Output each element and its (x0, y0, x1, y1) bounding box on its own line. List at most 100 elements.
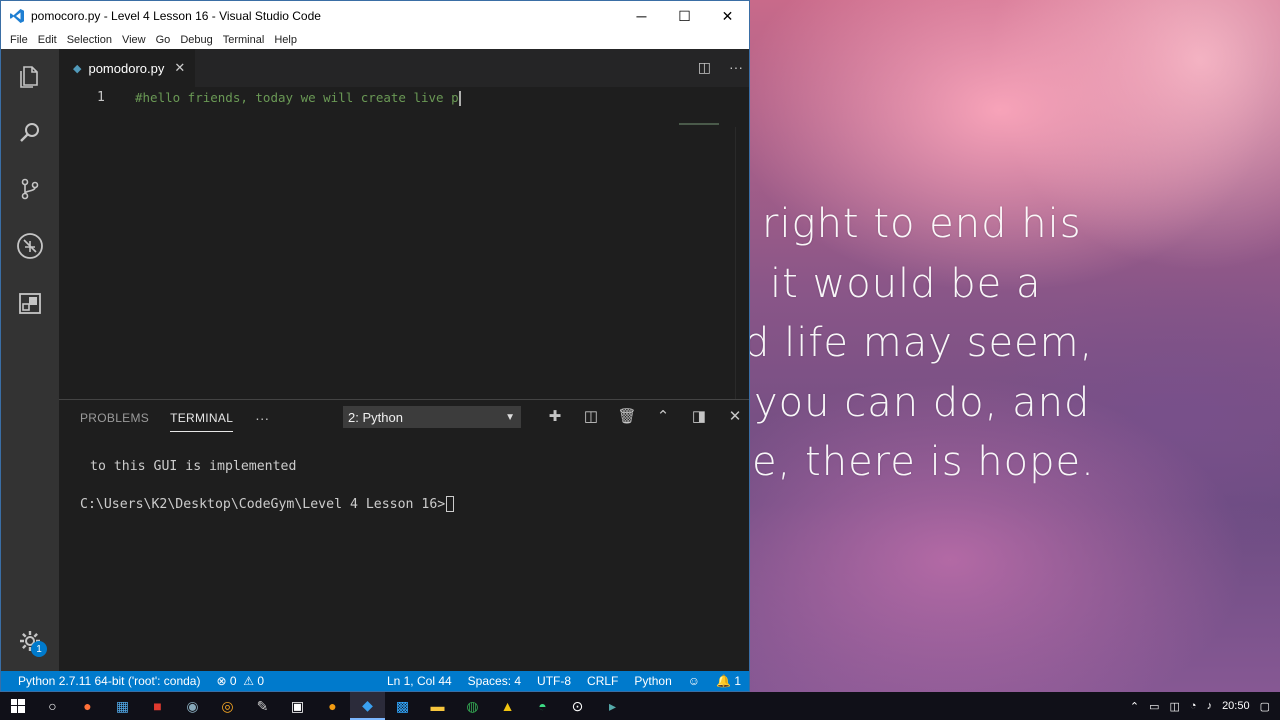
bell-icon: 🔔 (716, 674, 731, 688)
vscode-logo-icon (10, 9, 24, 23)
quote-line: e, there is hope. (752, 439, 1095, 485)
cortana-search-icon[interactable]: ○ (35, 692, 70, 720)
terminal-cursor (446, 496, 455, 512)
feedback-smiley-icon[interactable]: ☺ (680, 674, 708, 688)
chevron-up-icon[interactable]: ⌃ (1130, 700, 1139, 713)
wallpaper-quote: right to end his it would be a d life ma… (740, 195, 1280, 493)
chrome-icon[interactable]: ◍ (455, 692, 490, 720)
source-control-icon[interactable] (16, 175, 44, 203)
pdf-reader-icon[interactable]: ■ (140, 692, 175, 720)
window-title: pomocoro.py - Level 4 Lesson 16 - Visual… (31, 9, 321, 23)
close-panel-icon[interactable]: ✕ (725, 407, 745, 425)
split-terminal-icon[interactable]: ◫ (581, 407, 601, 425)
code-line[interactable]: #hello friends, today we will create liv… (135, 90, 461, 106)
system-tray: ⌃ ▭ ◫ ◔ ♪ 20:50 ▢ (1130, 700, 1280, 713)
split-editor-icon[interactable]: ◫ (698, 59, 711, 76)
app-icon[interactable]: ◉ (175, 692, 210, 720)
terminal-prompt-text: C:\Users\K2\Desktop\CodeGym\Level 4 Less… (80, 497, 446, 512)
menu-help[interactable]: Help (269, 34, 302, 46)
tab-bar: ◆ pomodoro.py ✕ ◫ ··· (59, 49, 749, 87)
terminal-prompt: C:\Users\K2\Desktop\CodeGym\Level 4 Less… (80, 496, 455, 512)
menu-edit[interactable]: Edit (33, 34, 62, 46)
quote-line: it would be a (770, 260, 1042, 307)
more-actions-icon[interactable]: ··· (729, 59, 743, 76)
language-mode[interactable]: Python (626, 674, 679, 688)
tab-close-icon[interactable]: ✕ (174, 60, 185, 76)
panel-header: PROBLEMS TERMINAL ··· 2: Python ▼ ✚ ◫ 🗑 … (59, 400, 749, 435)
menu-go[interactable]: Go (151, 34, 176, 46)
app-icon[interactable]: ▲ (490, 692, 525, 720)
tab-terminal-label: TERMINAL (170, 410, 234, 432)
tray-app-icon[interactable]: ◫ (1170, 700, 1180, 713)
code-editor[interactable]: 1 #hello friends, today we will create l… (59, 87, 749, 437)
python-file-icon: ◆ (73, 62, 82, 75)
tab-label: pomodoro.py (88, 60, 165, 76)
volume-icon[interactable]: ♪ (1207, 700, 1213, 712)
firefox-icon[interactable]: ● (70, 692, 105, 720)
file-encoding[interactable]: UTF-8 (529, 674, 579, 688)
panel-more-icon[interactable]: ··· (255, 410, 269, 426)
notification-count: 1 (734, 674, 741, 688)
menu-debug[interactable]: Debug (175, 34, 217, 46)
vscode-window: pomocoro.py - Level 4 Lesson 16 - Visual… (0, 0, 750, 692)
code-text: #hello friends, today we will create liv… (135, 90, 459, 105)
calculator-icon[interactable]: ▦ (105, 692, 140, 720)
title-bar[interactable]: pomocoro.py - Level 4 Lesson 16 - Visual… (1, 1, 749, 31)
editor-actions: ◫ ··· (698, 59, 743, 76)
blender-icon[interactable]: ◎ (210, 692, 245, 720)
windows-start-icon[interactable] (0, 692, 35, 720)
extensions-icon[interactable] (16, 289, 44, 317)
close-button[interactable]: ✕ (706, 1, 749, 31)
editor-scrollbar[interactable] (735, 127, 749, 437)
file-explorer-icon[interactable]: ▬ (420, 692, 455, 720)
workbench: 1 ◆ pomodoro.py ✕ ◫ ··· 1 #hello friends… (1, 49, 749, 671)
notification-center-icon[interactable]: ▢ (1260, 700, 1270, 713)
jetbrains-icon[interactable]: ▣ (280, 692, 315, 720)
menu-bar: File Edit Selection View Go Debug Termin… (1, 31, 749, 49)
error-count: 0 (229, 674, 237, 688)
maximize-button[interactable]: ☐ (663, 1, 706, 31)
menu-selection[interactable]: Selection (62, 34, 117, 46)
indentation[interactable]: Spaces: 4 (460, 674, 529, 688)
tab-pomodoro[interactable]: ◆ pomodoro.py ✕ (59, 49, 196, 87)
wifi-icon[interactable]: ◔ (1190, 700, 1197, 712)
kill-terminal-icon[interactable]: 🗑 (617, 407, 637, 425)
vscode-taskbar-icon[interactable]: ◆ (350, 692, 385, 720)
search-icon[interactable] (16, 119, 44, 147)
maximize-panel-icon[interactable]: ⌃ (653, 407, 673, 425)
quote-line: you can do, and (754, 379, 1091, 426)
app-icon[interactable]: ⊙ (560, 692, 595, 720)
quote-line: d life may seem, (744, 320, 1094, 366)
tab-problems[interactable]: PROBLEMS (59, 411, 149, 425)
minimize-button[interactable]: ─ (620, 1, 663, 31)
panel-layout-icon[interactable]: ◨ (689, 407, 709, 425)
terminal-select[interactable]: 2: Python ▼ (343, 406, 521, 428)
notifications[interactable]: 🔔 1 (708, 674, 749, 688)
app-icon[interactable]: ✎ (245, 692, 280, 720)
android-icon[interactable]: ◓ (525, 692, 560, 720)
menu-view[interactable]: View (117, 34, 151, 46)
problems-indicator[interactable]: ⊗ 0 ⚠ 0 (208, 674, 272, 688)
app-icon[interactable]: ▸ (595, 692, 630, 720)
clock[interactable]: 20:50 (1222, 700, 1250, 712)
explorer-icon[interactable] (16, 63, 44, 91)
new-terminal-icon[interactable]: ✚ (545, 407, 565, 425)
menu-file[interactable]: File (5, 34, 33, 46)
menu-terminal[interactable]: Terminal (218, 34, 270, 46)
terminal-line: to this GUI is implemented (90, 459, 297, 474)
app-icon[interactable]: ● (315, 692, 350, 720)
editor-area: ◆ pomodoro.py ✕ ◫ ··· 1 #hello friends, … (59, 49, 749, 671)
activity-bar: 1 (1, 49, 59, 671)
line-ending[interactable]: CRLF (579, 674, 626, 688)
tab-terminal[interactable]: TERMINAL (149, 410, 234, 432)
tray-app-icon[interactable]: ▭ (1149, 700, 1159, 713)
cursor-position[interactable]: Ln 1, Col 44 (379, 674, 460, 688)
minimap[interactable] (679, 123, 719, 125)
python-interpreter[interactable]: Python 2.7.11 64-bit ('root': conda) (10, 674, 208, 688)
bottom-panel: PROBLEMS TERMINAL ··· 2: Python ▼ ✚ ◫ 🗑 … (59, 399, 749, 671)
taskbar: ○ ● ▦ ■ ◉ ◎ ✎ ▣ ● ◆ ▩ ▬ ◍ ▲ ◓ ⊙ ▸ ⌃ ▭ ◫ … (0, 692, 1280, 720)
warning-icon: ⚠ (239, 674, 254, 688)
status-bar: Python 2.7.11 64-bit ('root': conda) ⊗ 0… (1, 671, 749, 691)
debug-icon[interactable] (16, 232, 44, 260)
photoshop-icon[interactable]: ▩ (385, 692, 420, 720)
